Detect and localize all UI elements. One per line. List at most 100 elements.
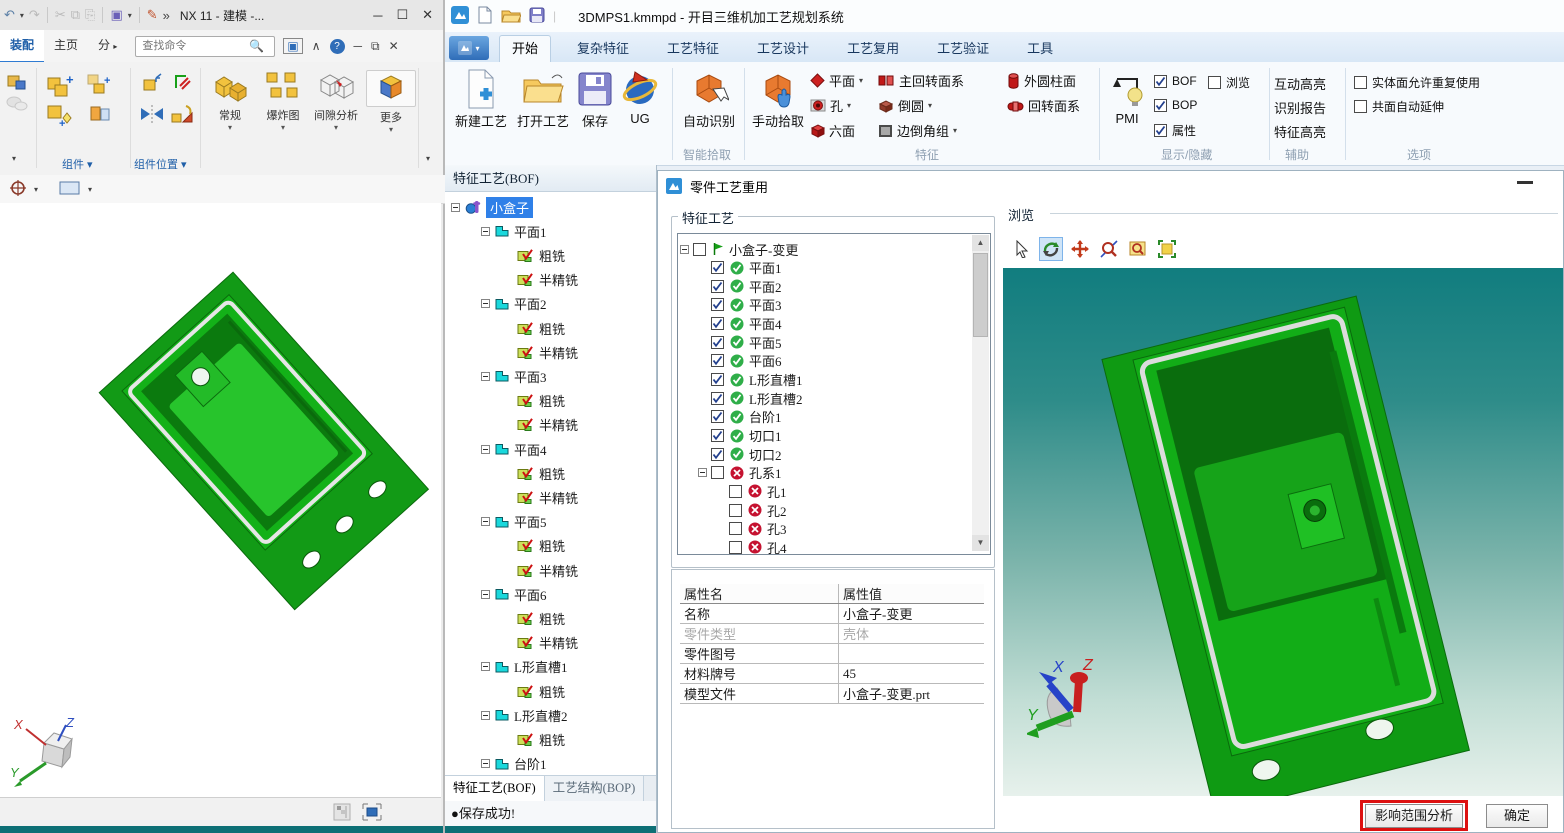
pmi-button[interactable]: PMI: [1105, 67, 1149, 126]
move-component-icon[interactable]: [138, 72, 164, 99]
doc-restore-button[interactable]: ⧉: [371, 39, 380, 54]
feature-button-chamfer[interactable]: 边倒角组▾: [878, 121, 957, 140]
add-component-icon[interactable]: +: [46, 72, 76, 103]
arrangements-icon[interactable]: [170, 102, 196, 129]
feature-button-cube6[interactable]: 六面: [810, 121, 855, 140]
checklist-item[interactable]: 孔4: [716, 538, 787, 555]
tree-operation-item[interactable]: 粗铣: [517, 390, 565, 412]
search-input[interactable]: [140, 39, 249, 53]
checklist-item[interactable]: 切口1: [698, 427, 782, 445]
km-tab-2[interactable]: 复杂特征: [565, 36, 641, 62]
tree-operation-item[interactable]: 半精铣: [517, 486, 578, 508]
dialog-minimize-button[interactable]: [1517, 181, 1533, 184]
snap-dropdown-icon[interactable]: ▾: [34, 185, 38, 194]
aux-button-3[interactable]: 特征高亮: [1274, 122, 1326, 141]
km-tab-3[interactable]: 工艺特征: [655, 36, 731, 62]
impact-analysis-button[interactable]: 影响范围分析: [1365, 804, 1463, 828]
left-group-dropdown-icon[interactable]: ▾: [12, 154, 16, 163]
km-app-button[interactable]: ▾: [449, 36, 489, 60]
scroll-thumb[interactable]: [973, 253, 988, 337]
tree-operation-item[interactable]: 粗铣: [517, 244, 565, 266]
pan-view-icon[interactable]: [1068, 237, 1092, 261]
collapse-ribbon-icon[interactable]: ∧: [312, 39, 321, 53]
property-row[interactable]: 零件类型壳体: [680, 624, 984, 644]
ug-button[interactable]: UG: [617, 67, 663, 126]
tree-operation-item[interactable]: 粗铣: [517, 680, 565, 702]
tab-process-structure[interactable]: 工艺结构(BOP): [545, 776, 645, 802]
feature-button-fillet[interactable]: 倒圆▾: [878, 96, 932, 115]
aux-button-2[interactable]: 识别报告: [1274, 98, 1326, 117]
display-checkbox-3[interactable]: 属性: [1154, 122, 1196, 139]
undo-icon[interactable]: ↶: [4, 7, 15, 23]
checklist-item[interactable]: 平面6: [698, 352, 782, 370]
cloud-assembly-icon[interactable]: [6, 94, 28, 115]
new-file-icon[interactable]: [477, 6, 493, 27]
dialog-titlebar[interactable]: 零件工艺重用: [658, 171, 1563, 201]
doc-minimize-button[interactable]: ─: [354, 39, 363, 53]
nx-minimize-button[interactable]: ─: [373, 8, 382, 23]
km-tab-5[interactable]: 工艺复用: [835, 36, 911, 62]
km-tab-7[interactable]: 工具: [1015, 36, 1065, 62]
nx-tab-2[interactable]: 主页: [44, 30, 88, 61]
checklist-item[interactable]: L形直槽1: [698, 371, 802, 389]
km-tab-6[interactable]: 工艺验证: [925, 36, 1001, 62]
pattern-component-icon[interactable]: +: [86, 72, 114, 101]
nx-tab-3[interactable]: 分 ▸: [88, 30, 127, 61]
tree-feature-item[interactable]: 台阶1: [481, 753, 547, 775]
tree-operation-item[interactable]: 粗铣: [517, 317, 565, 339]
open-process-button[interactable]: 打开工艺: [511, 67, 575, 130]
copy-icon[interactable]: ⧉: [71, 7, 80, 23]
tree-feature-item[interactable]: 平面4: [481, 438, 547, 460]
checklist-item[interactable]: 平面2: [698, 277, 782, 295]
new-process-button[interactable]: 新建工艺: [449, 67, 513, 130]
redo-icon[interactable]: ↷: [29, 7, 40, 23]
feature-process-tree[interactable]: 小盒子平面1粗铣半精铣平面2粗铣半精铣平面3粗铣半精铣平面4粗铣半精铣平面5粗铣…: [445, 192, 656, 775]
checklist-item[interactable]: 小盒子-变更: [680, 240, 798, 258]
cut-icon[interactable]: ✂: [55, 7, 66, 23]
checklist-item[interactable]: 平面1: [698, 259, 782, 277]
assembly-cube-icon[interactable]: [6, 72, 28, 95]
checklist-item[interactable]: 孔系1: [698, 464, 782, 482]
scroll-up-icon[interactable]: ▲: [972, 235, 989, 251]
checklist-scrollbar[interactable]: ▲ ▼: [972, 235, 989, 551]
tree-feature-item[interactable]: 平面6: [481, 583, 547, 605]
fit-view-icon[interactable]: [1155, 237, 1179, 261]
display-checkbox-1[interactable]: BOF: [1154, 74, 1197, 88]
aux-button-1[interactable]: 互动高亮: [1274, 74, 1326, 93]
tab-feature-process[interactable]: 特征工艺(BOF): [445, 776, 545, 802]
manual-pick-button[interactable]: 手动拾取: [747, 67, 809, 130]
window-display-icon[interactable]: [360, 801, 384, 826]
property-row[interactable]: 名称小盒子-变更: [680, 604, 984, 624]
assembly-constraints-icon[interactable]: [138, 102, 166, 129]
nx-command-search[interactable]: 🔍: [135, 36, 275, 57]
nx-model-box[interactable]: [90, 263, 450, 643]
checklist-item[interactable]: 孔3: [716, 520, 787, 538]
nx-tab-1[interactable]: 装配: [0, 30, 44, 63]
display-checkbox-4[interactable]: 浏览: [1208, 74, 1250, 91]
layout-dropdown-icon[interactable]: ▾: [128, 11, 132, 20]
open-file-icon[interactable]: [501, 7, 521, 26]
tree-operation-item[interactable]: 半精铣: [517, 341, 578, 363]
km-tab-4[interactable]: 工艺设计: [745, 36, 821, 62]
group-label-components[interactable]: 组件 ▾: [62, 156, 93, 172]
qat-overflow-icon[interactable]: »: [163, 8, 170, 23]
checklist-item[interactable]: 平面4: [698, 315, 782, 333]
option-checkbox-1[interactable]: 实体面允许重复使用: [1354, 74, 1480, 91]
ok-button[interactable]: 确定: [1486, 804, 1548, 828]
zoom-view-icon[interactable]: [1097, 237, 1121, 261]
touch-mode-icon[interactable]: ✎: [147, 7, 158, 23]
option-checkbox-2[interactable]: 共面自动延伸: [1354, 98, 1444, 115]
browse-3d-viewport[interactable]: X Z Y: [1003, 268, 1563, 796]
tree-operation-item[interactable]: 粗铣: [517, 462, 565, 484]
tree-operation-item[interactable]: 粗铣: [517, 728, 565, 750]
property-row[interactable]: 零件图号: [680, 644, 984, 664]
snap-point-icon[interactable]: [8, 179, 28, 200]
nx-button-2[interactable]: 爆炸图▾: [258, 70, 308, 132]
scroll-down-icon[interactable]: ▼: [972, 535, 989, 551]
nx-3d-viewport[interactable]: X Z Y: [0, 203, 441, 797]
checklist-item[interactable]: 孔1: [716, 482, 787, 500]
group-label-component-position[interactable]: 组件位置 ▾: [134, 156, 187, 172]
nx-button-3[interactable]: 间隙分析▾: [311, 70, 361, 132]
rectangle-select-icon[interactable]: [58, 180, 82, 199]
nx-button-1[interactable]: 常规▾: [205, 70, 255, 132]
